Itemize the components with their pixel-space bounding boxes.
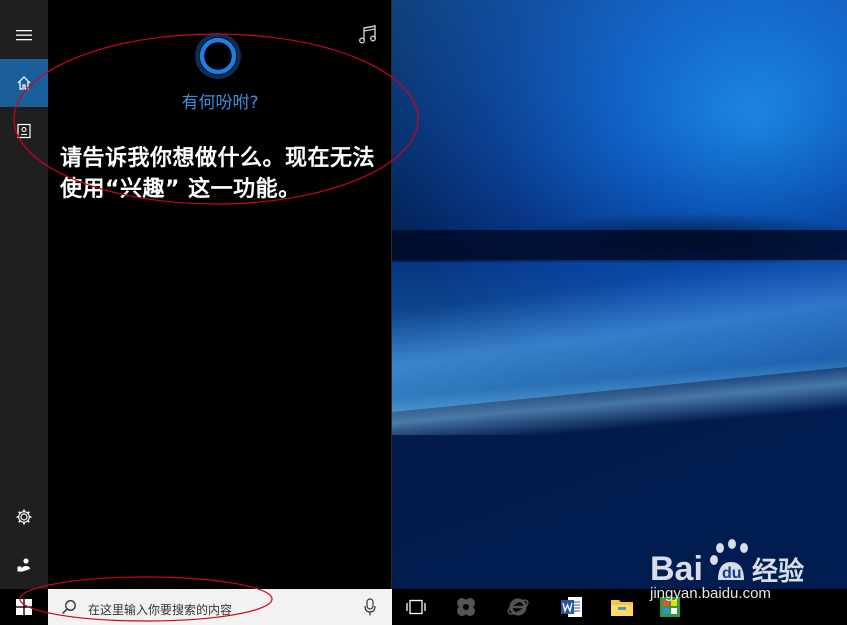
wallpaper-shadow (392, 230, 847, 260)
settings-button[interactable] (0, 493, 48, 541)
feedback-icon (17, 558, 30, 572)
task-view-button[interactable] (392, 589, 440, 625)
cortana-ring-icon[interactable] (195, 33, 241, 79)
home-button[interactable] (0, 59, 48, 107)
notebook-icon (17, 123, 31, 139)
taskbar-app-file-explorer[interactable] (598, 589, 646, 625)
search-icon (61, 600, 76, 615)
internet-explorer-icon (507, 598, 529, 616)
task-view-icon (406, 599, 426, 615)
menu-button[interactable] (0, 11, 48, 59)
wallpaper-highlight (392, 345, 847, 435)
microphone-icon[interactable] (364, 598, 376, 616)
windows-logo-icon (16, 599, 32, 615)
file-explorer-icon (611, 600, 633, 616)
gear-icon (16, 509, 32, 525)
music-recognition-button[interactable] (357, 24, 381, 48)
taskbar-search-box[interactable]: 在这里输入你要搜索的内容 (48, 589, 392, 625)
search-placeholder: 在这里输入你要搜索的内容 (88, 603, 233, 617)
cortana-nav-rail (0, 0, 48, 589)
notebook-button[interactable] (0, 107, 48, 155)
svg-text:Bai: Bai (650, 550, 703, 588)
word-icon (561, 597, 582, 617)
cortana-greeting: 有何吩咐? (181, 93, 259, 113)
svg-text:经验: 经验 (752, 556, 804, 587)
music-note-icon (359, 25, 376, 44)
cortana-message: 请告诉我你想做什么。现在无法使用“兴趣” 这一功能。 (60, 146, 376, 202)
hamburger-icon (16, 30, 32, 41)
taskbar-app-word[interactable] (548, 589, 596, 625)
wallpaper-beam (392, 0, 847, 235)
start-button[interactable] (0, 589, 48, 625)
desktop-wallpaper (392, 0, 847, 589)
taskbar-app-ie[interactable] (494, 589, 542, 625)
svg-text:du: du (722, 565, 742, 582)
pinwheel-app-icon (457, 598, 475, 616)
watermark-url: jingyan.baidu.com (650, 585, 771, 602)
feedback-button[interactable] (0, 541, 48, 589)
taskbar-app-pinwheel[interactable] (442, 589, 490, 625)
cortana-panel: 有何吩咐? 请告诉我你想做什么。现在无法使用“兴趣” 这一功能。 (48, 0, 392, 589)
home-icon (17, 76, 31, 90)
